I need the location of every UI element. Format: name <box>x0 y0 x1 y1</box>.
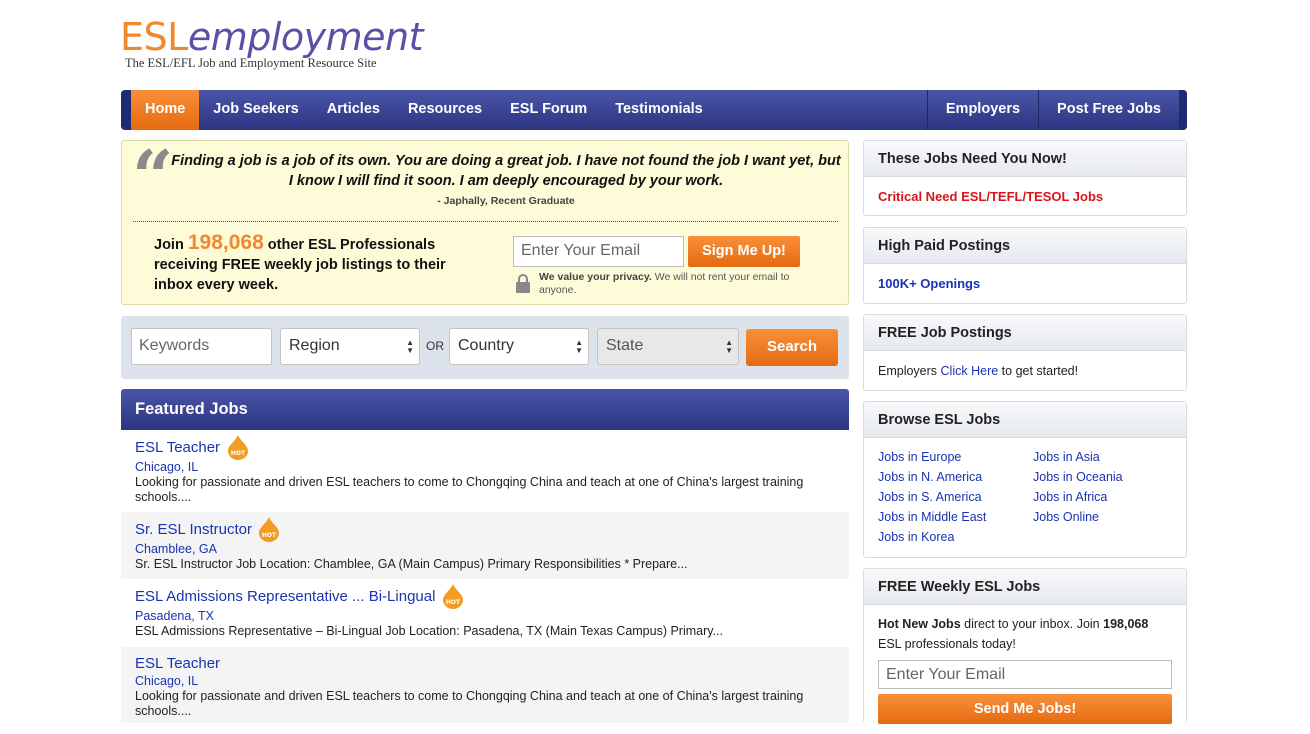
browse-link-s-america[interactable]: Jobs in S. America <box>878 487 1033 507</box>
select-arrows-icon: ▲ ▼ <box>406 338 414 355</box>
nav-testimonials[interactable]: Testimonials <box>601 90 717 130</box>
sidebar-browse-panel: Browse ESL Jobs Jobs in Europe Jobs in A… <box>863 401 1187 558</box>
search-button[interactable]: Search <box>746 329 838 366</box>
job-location[interactable]: Pasadena, TX <box>135 609 849 624</box>
sidebar-need-panel: These Jobs Need You Now! Critical Need E… <box>863 140 1187 216</box>
divider <box>133 221 838 222</box>
job-listing: Sr. ESL Instructor HOT Chamblee, GA Sr. … <box>121 512 849 579</box>
job-location[interactable]: Chicago, IL <box>135 460 849 475</box>
job-listing: ESL Teacher Chicago, IL Looking for pass… <box>121 647 849 723</box>
critical-need-link[interactable]: Critical Need ESL/TEFL/TESOL Jobs <box>878 189 1103 204</box>
sidebar-high-paid-panel: High Paid Postings 100K+ Openings <box>863 227 1187 304</box>
sidebar-free-postings-title: FREE Job Postings <box>864 315 1186 351</box>
nav-job-seekers[interactable]: Job Seekers <box>199 90 312 130</box>
weekly-count: 198,068 <box>1103 617 1149 631</box>
logo-employment: employment <box>187 15 424 59</box>
region-select-label: Region <box>289 337 340 354</box>
quote-icon: “ <box>132 134 174 219</box>
join-text: Join 198,068 other ESL Professionals rec… <box>154 231 474 295</box>
sign-me-up-button[interactable]: Sign Me Up! <box>688 236 800 267</box>
or-label: OR <box>426 339 444 353</box>
country-select-label: Country <box>458 337 515 354</box>
browse-link-middle-east[interactable]: Jobs in Middle East <box>878 507 1033 527</box>
hot-badge-icon: HOT <box>227 435 248 460</box>
nav-resources[interactable]: Resources <box>394 90 496 130</box>
svg-text:HOT: HOT <box>230 450 245 457</box>
featured-jobs-header: Featured Jobs <box>121 389 849 430</box>
sidebar-high-paid-title: High Paid Postings <box>864 228 1186 264</box>
browse-link-africa[interactable]: Jobs in Africa <box>1033 487 1183 507</box>
job-title-link[interactable]: Sr. ESL Instructor <box>135 520 252 540</box>
hot-badge-icon: HOT <box>259 517 280 542</box>
weekly-text: Hot New Jobs direct to your inbox. Join … <box>878 614 1172 654</box>
weekly-bold: Hot New Jobs <box>878 617 961 631</box>
job-title-link[interactable]: ESL Teacher <box>135 438 220 458</box>
free-postings-prefix: Employers <box>878 364 938 378</box>
sidebar-weekly-panel: FREE Weekly ESL Jobs Hot New Jobs direct… <box>863 568 1187 724</box>
browse-link-n-america[interactable]: Jobs in N. America <box>878 467 1033 487</box>
sidebar-free-postings-panel: FREE Job Postings Employers Click Here t… <box>863 314 1187 391</box>
browse-link-online[interactable]: Jobs Online <box>1033 507 1183 527</box>
send-me-jobs-button[interactable]: Send Me Jobs! <box>878 694 1172 724</box>
svg-text:HOT: HOT <box>262 532 277 539</box>
high-paid-link[interactable]: 100K+ Openings <box>878 276 980 291</box>
testimonial-quote: Finding a job is a job of its own. You a… <box>171 153 841 189</box>
state-select[interactable]: State ▲ ▼ <box>597 328 739 365</box>
weekly-text-1: direct to your inbox. Join <box>964 617 1100 631</box>
svg-text:HOT: HOT <box>446 599 461 606</box>
sidebar-browse-title: Browse ESL Jobs <box>864 402 1186 438</box>
browse-link-asia[interactable]: Jobs in Asia <box>1033 447 1183 467</box>
free-postings-suffix: to get started! <box>1001 364 1079 378</box>
lock-icon <box>516 274 530 293</box>
job-description: ESL Admissions Representative – Bi-Lingu… <box>135 624 724 638</box>
logo-esl: ESL <box>120 15 188 59</box>
nav-post-free-jobs[interactable]: Post Free Jobs <box>1038 90 1179 130</box>
region-select[interactable]: Region ▲ ▼ <box>280 328 420 365</box>
join-prefix: Join <box>154 237 184 253</box>
keywords-input[interactable]: Keywords <box>131 328 272 365</box>
job-description: Looking for passionate and driven ESL te… <box>135 689 804 718</box>
job-location[interactable]: Chicago, IL <box>135 674 849 689</box>
job-listing: ESL Teacher HOT Chicago, IL Looking for … <box>121 434 849 512</box>
sidebar-weekly-title: FREE Weekly ESL Jobs <box>864 569 1186 605</box>
click-here-link[interactable]: Click Here <box>941 364 999 378</box>
job-description: Sr. ESL Instructor Job Location: Chamble… <box>135 557 688 571</box>
hot-badge-icon: HOT <box>442 584 463 609</box>
nav-employers[interactable]: Employers <box>926 90 1038 130</box>
job-search-bar: Keywords Region ▲ ▼ OR Country ▲ ▼ State ▲… <box>121 316 849 379</box>
nav-articles[interactable]: Articles <box>313 90 394 130</box>
weekly-text-2: ESL professionals today! <box>878 637 1016 651</box>
site-logo[interactable]: ESLemployment The ESL/EFL Job and Employ… <box>120 14 424 71</box>
main-nav: Home Job Seekers Articles Resources ESL … <box>121 90 1187 130</box>
signup-email-input[interactable]: Enter Your Email <box>513 236 684 267</box>
job-title-link[interactable]: ESL Admissions Representative ... Bi-Lin… <box>135 587 435 607</box>
testimonial-author: - Japhally, Recent Graduate <box>437 195 575 207</box>
state-select-label: State <box>606 337 644 354</box>
select-arrows-icon: ▲ ▼ <box>725 338 733 355</box>
sidebar-need-title: These Jobs Need You Now! <box>864 141 1186 177</box>
country-select[interactable]: Country ▲ ▼ <box>449 328 589 365</box>
sidebar-email-input[interactable]: Enter Your Email <box>878 660 1172 689</box>
privacy-bold: We value your privacy. <box>539 271 652 283</box>
browse-link-europe[interactable]: Jobs in Europe <box>878 447 1033 467</box>
job-description: Looking for passionate and driven ESL te… <box>135 475 804 504</box>
subscriber-count: 198,068 <box>187 231 264 254</box>
nav-endcap <box>1179 90 1187 130</box>
nav-home[interactable]: Home <box>131 90 200 130</box>
testimonial-box: “ Finding a job is a job of its own. You… <box>121 134 849 305</box>
nav-esl-forum[interactable]: ESL Forum <box>496 90 601 130</box>
select-arrows-icon: ▲ ▼ <box>575 338 583 355</box>
job-listing: ESL Admissions Representative ... Bi-Lin… <box>121 583 849 647</box>
job-title-link[interactable]: ESL Teacher <box>135 654 220 674</box>
privacy-note: We value your privacy. We will not rent … <box>539 271 819 297</box>
browse-link-oceania[interactable]: Jobs in Oceania <box>1033 467 1183 487</box>
browse-link-korea[interactable]: Jobs in Korea <box>878 527 1033 547</box>
job-location[interactable]: Chamblee, GA <box>135 542 849 557</box>
